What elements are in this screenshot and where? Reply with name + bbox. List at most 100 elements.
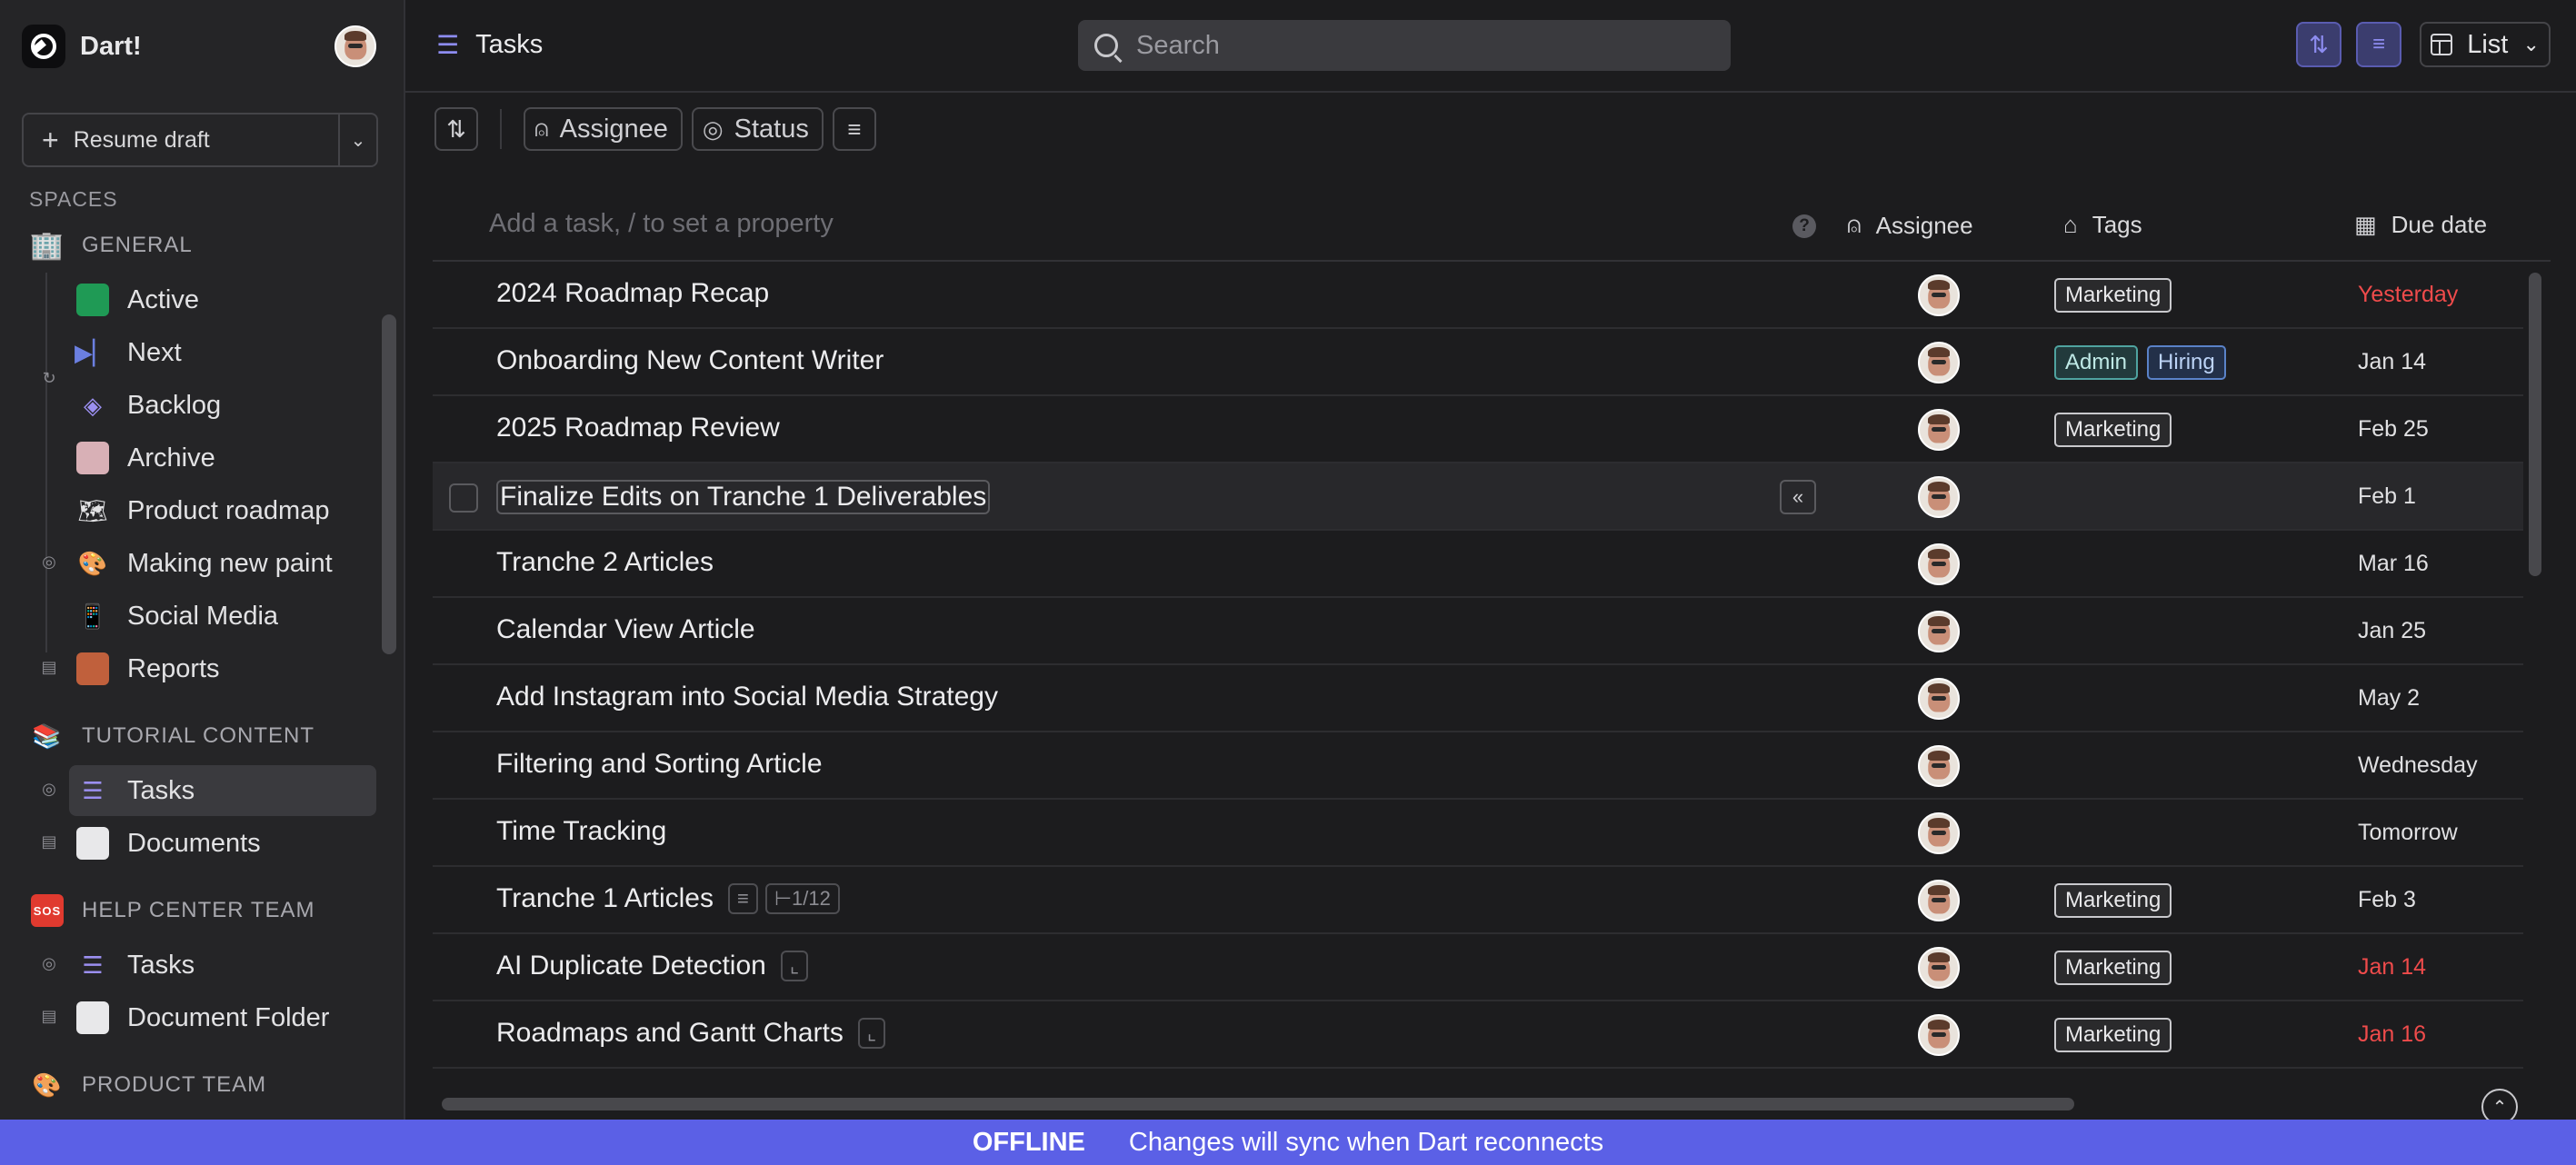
sidebar-item-active[interactable]: Active	[76, 274, 199, 325]
due-date[interactable]: Mar 16	[2358, 551, 2429, 577]
sidebar-item-product-roadmap[interactable]: 🗺 Product roadmap	[76, 485, 329, 536]
due-date[interactable]: Jan 14	[2358, 349, 2426, 375]
sidebar-item-making-new-paint[interactable]: 🎨 Making new paint	[76, 538, 333, 589]
row-checkbox[interactable]	[449, 483, 478, 513]
task-title[interactable]: 2025 Roadmap Review	[496, 413, 780, 443]
sidebar-item-next[interactable]: ▶▏ Next	[75, 327, 182, 378]
tags-cell[interactable]: Marketing	[2054, 883, 2181, 918]
tags-cell[interactable]: Marketing	[2054, 278, 2181, 313]
user-avatar[interactable]	[334, 25, 376, 67]
sidebar-group-tutorial[interactable]: 📚 TUTORIAL CONTENT	[31, 711, 315, 762]
sidebar-group-help-center[interactable]: SOS HELP CENTER TEAM	[31, 885, 315, 936]
sidebar-group-label: GENERAL	[82, 233, 193, 257]
due-date[interactable]: Jan 16	[2358, 1021, 2426, 1048]
assignee-avatar[interactable]	[1918, 274, 1960, 316]
task-title[interactable]: Onboarding New Content Writer	[496, 345, 884, 376]
table-row[interactable]: Calendar View Article Jan 25	[433, 598, 2523, 665]
table-row[interactable]: 2024 Roadmap Recap Marketing Yesterday	[433, 262, 2523, 329]
assignee-avatar[interactable]	[1918, 543, 1960, 585]
sidebar-group-product-team[interactable]: 🎨 PRODUCT TEAM	[31, 1060, 266, 1110]
tags-cell[interactable]: Marketing	[2054, 951, 2181, 985]
assignee-avatar[interactable]	[1918, 409, 1960, 451]
sidebar-item-social-media[interactable]: 📱 Social Media	[76, 591, 278, 642]
due-date[interactable]: Jan 14	[2358, 954, 2426, 981]
sidebar-item-archive[interactable]: Archive	[76, 433, 215, 483]
open-task-button[interactable]: «	[1780, 480, 1816, 514]
column-header-due-date[interactable]: ▦ Due date	[2354, 211, 2487, 239]
due-date[interactable]: Wednesday	[2358, 752, 2478, 779]
assignee-avatar[interactable]	[1918, 880, 1960, 921]
table-row[interactable]: Time Tracking Tomorrow	[433, 800, 2523, 867]
add-filter-button[interactable]: ≡	[832, 107, 876, 151]
tag-badge: Marketing	[2054, 413, 2172, 447]
assignee-avatar[interactable]	[1918, 1014, 1960, 1056]
sort-button[interactable]: ⇅	[434, 107, 478, 151]
table-row[interactable]: Onboarding New Content Writer Admin Hiring…	[433, 329, 2523, 396]
resume-draft-main[interactable]: + Resume draft	[24, 115, 338, 165]
task-title[interactable]: 2024 Roadmap Recap	[496, 278, 769, 309]
sidebar-item-help-tasks[interactable]: ☰ Tasks	[76, 940, 195, 991]
assignee-avatar[interactable]	[1918, 947, 1960, 989]
assignee-avatar[interactable]	[1918, 745, 1960, 787]
column-header-tags[interactable]: ⌂ Tags	[2063, 211, 2142, 239]
add-task-input[interactable]: Add a task, / to set a property	[489, 209, 834, 239]
due-date[interactable]: Feb 1	[2358, 483, 2416, 510]
layers-icon: ◈	[84, 391, 102, 419]
assignee-avatar[interactable]	[1918, 678, 1960, 720]
task-title[interactable]: Finalize Edits on Tranche 1 Deliverables	[496, 480, 991, 514]
table-row[interactable]: Finalize Edits on Tranche 1 Deliverables…	[433, 463, 2523, 531]
target-icon: ◎	[42, 953, 56, 972]
status-filter-chip[interactable]: ◎ Status	[691, 107, 824, 151]
help-icon[interactable]: ?	[1792, 214, 1816, 238]
tags-cell[interactable]: Marketing	[2054, 1018, 2181, 1052]
column-header-assignee[interactable]: ⍝ Assignee	[1847, 211, 1973, 240]
assignee-filter-chip[interactable]: ⍝ Assignee	[524, 107, 683, 151]
task-title[interactable]: Tranche 2 Articles	[496, 547, 714, 578]
sidebar-item-backlog[interactable]: ◈ Backlog	[76, 380, 221, 431]
tags-cell[interactable]: Marketing	[2054, 413, 2181, 447]
task-title[interactable]: Roadmaps and Gantt Charts ⌞	[496, 1018, 886, 1049]
sidebar-item-reports[interactable]: Reports	[76, 643, 220, 694]
assignee-avatar[interactable]	[1918, 342, 1960, 383]
table-row[interactable]: Tranche 1 Articles ≡ ⊢ 1/12 Marketing Feb 3	[433, 867, 2523, 934]
task-title[interactable]: AI Duplicate Detection ⌞	[496, 951, 809, 981]
search-input[interactable]	[1136, 30, 1682, 61]
sidebar-item-tutorial-documents[interactable]: Documents	[76, 818, 261, 869]
due-date[interactable]: Yesterday	[2358, 282, 2458, 308]
sidebar-scrollbar[interactable]	[382, 314, 396, 654]
table-row[interactable]: 2025 Roadmap Review Marketing Feb 25	[433, 396, 2523, 463]
assignee-avatar[interactable]	[1918, 812, 1960, 854]
assignee-avatar[interactable]	[1918, 476, 1960, 518]
due-date[interactable]: Feb 3	[2358, 887, 2416, 913]
table-row[interactable]: AI Duplicate Detection ⌞ Marketing Jan 14	[433, 934, 2523, 1001]
table-row[interactable]: Filtering and Sorting Article Wednesday	[433, 732, 2523, 800]
subtask-icon: ⌞	[780, 951, 809, 981]
task-title[interactable]: Add Instagram into Social Media Strategy	[496, 682, 998, 712]
resume-draft-button[interactable]: + Resume draft ⌄	[22, 113, 378, 167]
tags-cell[interactable]: Admin Hiring	[2054, 345, 2235, 380]
search-bar[interactable]	[1078, 20, 1731, 71]
sidebar-item-tutorial-tasks[interactable]: ☰ Tasks	[69, 765, 376, 816]
filter-toggle-button[interactable]: ≡	[2356, 22, 2401, 67]
due-date[interactable]: Feb 25	[2358, 416, 2429, 443]
table-horizontal-scrollbar[interactable]	[442, 1098, 2074, 1110]
view-layout-dropdown[interactable]: List ⌄	[2420, 22, 2551, 67]
assignee-avatar[interactable]	[1918, 611, 1960, 652]
sort-toggle-button[interactable]: ⇅	[2296, 22, 2341, 67]
table-row[interactable]: Tranche 2 Articles Mar 16	[433, 531, 2523, 598]
task-title[interactable]: Time Tracking	[496, 816, 666, 847]
table-row[interactable]: Add Instagram into Social Media Strategy…	[433, 665, 2523, 732]
sidebar-item-label: Social Media	[127, 601, 279, 631]
task-title[interactable]: Filtering and Sorting Article	[496, 749, 823, 780]
resume-draft-dropdown[interactable]: ⌄	[338, 115, 376, 165]
task-title[interactable]: Calendar View Article	[496, 614, 755, 645]
task-title[interactable]: Tranche 1 Articles ≡ ⊢ 1/12	[496, 883, 840, 914]
sidebar-item-help-documents[interactable]: Document Folder	[76, 992, 329, 1043]
table-vertical-scrollbar[interactable]	[2529, 273, 2541, 576]
due-date[interactable]: May 2	[2358, 685, 2420, 712]
table-row[interactable]: Roadmaps and Gantt Charts ⌞ Marketing Jan 1…	[433, 1001, 2523, 1069]
sidebar-group-general[interactable]: 🏢 GENERAL	[30, 220, 193, 271]
dart-logo-icon[interactable]	[22, 25, 65, 68]
due-date[interactable]: Tomorrow	[2358, 820, 2458, 846]
due-date[interactable]: Jan 25	[2358, 618, 2426, 644]
